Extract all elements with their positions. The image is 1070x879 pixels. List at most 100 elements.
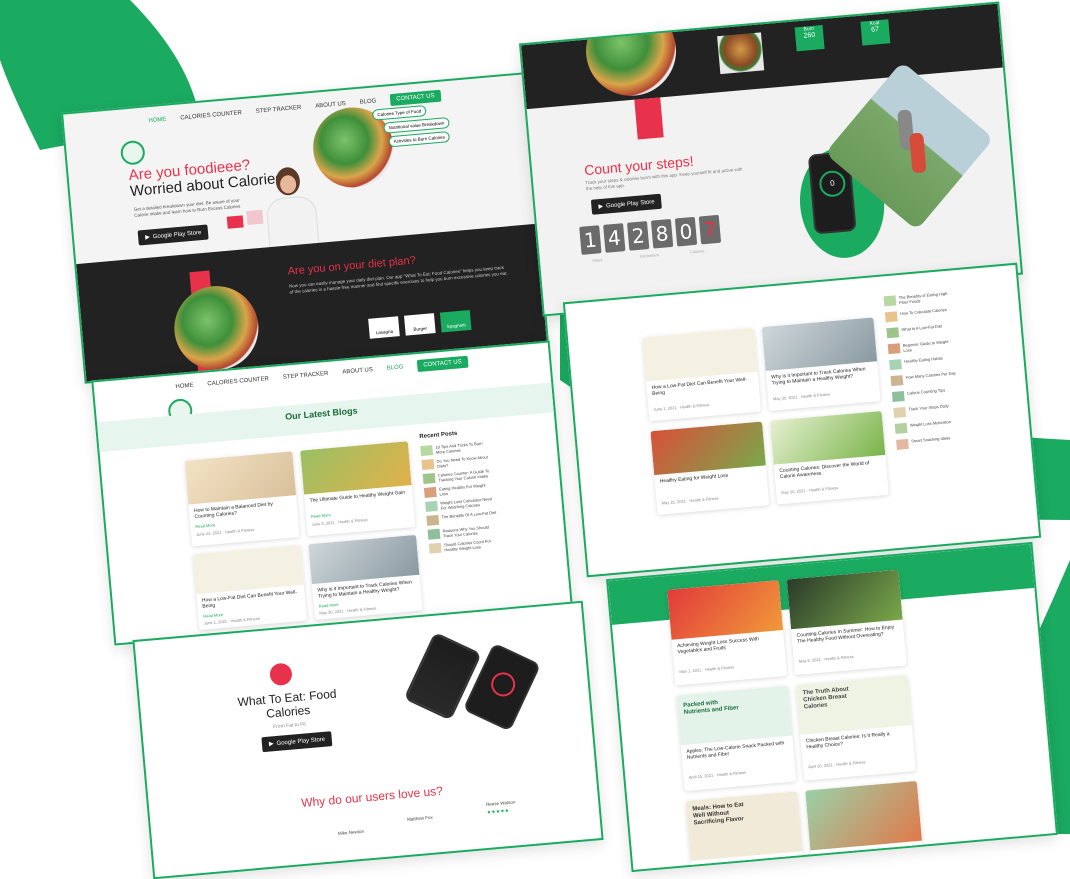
blog-panel: HOME CALORIES COUNTER STEP TRACKER ABOUT… bbox=[91, 340, 573, 646]
blog-card-image bbox=[786, 569, 903, 630]
nav-blog[interactable]: BLOG bbox=[387, 364, 404, 371]
blog-card-meta: May 20, 2021 · Health & Fitness bbox=[781, 485, 839, 496]
sidebar-post-item[interactable]: Weight Loss Motivation bbox=[894, 418, 966, 434]
blog-card[interactable]: Healthy Eating for Weight Loss May 25, 2… bbox=[650, 421, 770, 515]
blog-card-meta: May 30, 2021 · Health & Fitness bbox=[772, 391, 831, 402]
blog-card-image bbox=[642, 327, 758, 382]
nav-step-tracker[interactable]: STEP TRACKER bbox=[256, 105, 302, 115]
blog-card[interactable]: The Ultimate Guide to Healthy Weight Gai… bbox=[300, 441, 416, 537]
recent-post-item[interactable]: 10 Tips And Tricks To Burn More Calories bbox=[420, 440, 491, 457]
blog-card[interactable]: Meals: How to Eat Well Without Sacrifici… bbox=[685, 791, 804, 871]
salad-plate-image bbox=[170, 282, 262, 374]
food-chip-3[interactable]: Spaghetti bbox=[439, 309, 472, 333]
blog-card[interactable]: Packed with Nutrients and Fiber Apples: … bbox=[676, 685, 797, 792]
digit-label-steps: Steps bbox=[591, 257, 603, 263]
google-play-button[interactable]: ▶ Google Play Store bbox=[590, 193, 663, 215]
blog-card[interactable]: How to Maintain a Balanced Diet by Count… bbox=[184, 451, 300, 547]
blog-card-meta: April 20, 2021 · Health & Fitness bbox=[807, 759, 866, 770]
blog-grid-panel: How a Low-Fat Diet Can Benefit Your Well… bbox=[562, 262, 1042, 578]
blog-card-image bbox=[184, 451, 297, 505]
blog-card[interactable]: Why is it Important to Track Calories Wh… bbox=[761, 317, 881, 411]
blog-card[interactable]: Counting Calories: Discover the World of… bbox=[769, 411, 889, 505]
sidebar-post-item[interactable]: How Many Calories Per Day bbox=[890, 370, 962, 387]
blog-card[interactable]: How a Low-Fat Diet Can Benefit Your Well… bbox=[642, 327, 762, 422]
blog-card-image bbox=[308, 534, 420, 585]
blog-card-image bbox=[300, 441, 412, 495]
blog-card[interactable]: Achieving Weight Loss Success With Veget… bbox=[667, 580, 788, 686]
nav-calories-counter[interactable]: CALORIES COUNTER bbox=[207, 376, 269, 387]
google-play-button[interactable]: ▶ Google Play Store bbox=[261, 731, 333, 753]
stopwatch-icon bbox=[487, 668, 520, 701]
blog-card[interactable]: Counting Calories In Summer: How to Enjo… bbox=[786, 569, 907, 676]
banner-text: The Truth About Chicken Breast Calories bbox=[802, 686, 849, 711]
sidebar-posts: The Benefits of Eating High-Fiber Foods … bbox=[883, 290, 968, 455]
sidebar-post-item[interactable]: The Benefits of Eating High-Fiber Foods bbox=[883, 290, 955, 307]
reviewer-3: Reese Watson bbox=[485, 799, 516, 807]
blog-card-image: Meals: How to Eat Well Without Sacrifici… bbox=[685, 791, 803, 861]
sidebar-post-item[interactable]: Calorie Counting Tips bbox=[891, 386, 963, 403]
recent-post-item[interactable]: Calories Counter: A Guide To Tracking Yo… bbox=[422, 468, 494, 484]
blog-card-meta: June 1, 2021 · Health & Fitness bbox=[653, 402, 710, 412]
recent-post-item[interactable]: Reasons Why You Should Track Your Calori… bbox=[427, 524, 499, 540]
blog-card-image: Packed with Nutrients and Fiber bbox=[676, 685, 793, 746]
blog-card-image bbox=[761, 317, 878, 371]
nav-blog[interactable]: BLOG bbox=[359, 98, 376, 105]
stat-kcal: Kcal 67 bbox=[860, 19, 891, 46]
app-logo-icon bbox=[119, 139, 146, 166]
food-chip-2[interactable]: Burger bbox=[404, 313, 436, 336]
step-digit-6: 7 bbox=[698, 214, 722, 245]
nav-contact-us[interactable]: CONTACT US bbox=[389, 89, 442, 107]
reviewer-1: Mike Newton bbox=[337, 828, 365, 836]
food-chip-1[interactable]: Lasagna bbox=[368, 316, 400, 339]
app-logo-icon bbox=[269, 662, 293, 687]
banner-text: Packed with Nutrients and Fiber bbox=[683, 699, 740, 716]
banner-text: Meals: How to Eat Well Without Sacrifici… bbox=[692, 802, 745, 827]
blog-card[interactable]: Why is it Important to Track Calories Wh… bbox=[308, 534, 423, 620]
blog-card[interactable] bbox=[805, 780, 923, 861]
bubble-3: Activities to Burn Calories bbox=[388, 131, 451, 148]
step-digit-4: 8 bbox=[650, 218, 674, 249]
blog-card[interactable]: The Truth About Chicken Breast Calories … bbox=[795, 675, 916, 781]
sidebar-post-item[interactable]: Track Your Steps Daily bbox=[893, 402, 964, 418]
blog-card-image bbox=[769, 411, 886, 465]
blog-card-image bbox=[650, 421, 766, 476]
nav-home[interactable]: HOME bbox=[148, 117, 166, 125]
recent-post-item[interactable]: Should Calories Count For Healthy Weight… bbox=[428, 538, 500, 554]
digit-label-km: Kilometers bbox=[639, 252, 660, 259]
rating-stars: ★★★★★ bbox=[486, 807, 510, 816]
sidebar-post-item[interactable]: What Is A Low-Fat Diet bbox=[886, 322, 957, 339]
calorie-tag-1 bbox=[226, 215, 244, 229]
nav-about-us[interactable]: ABOUT US bbox=[342, 367, 373, 376]
sidebar-post-item[interactable]: Beginner Guide to Weight Loss bbox=[887, 338, 959, 355]
app-promo-panel: What To Eat: Food Calories From Fat to F… bbox=[132, 600, 604, 879]
sidebar-post-item[interactable]: Smart Snacking Ideas bbox=[896, 434, 967, 450]
recent-post-item[interactable]: The Benefits Of A Low-Fat Diet bbox=[426, 510, 497, 526]
blog-card-image bbox=[667, 580, 784, 640]
recent-posts-list: 10 Tips And Tricks To Burn More Calories… bbox=[420, 440, 499, 558]
nav-step-tracker[interactable]: STEP TRACKER bbox=[283, 371, 329, 381]
step-digit-3: 2 bbox=[627, 221, 650, 251]
testimonials-heading: Why do our users love us? bbox=[300, 783, 444, 811]
sidebar-post-item[interactable]: How To Calculate Calories bbox=[884, 306, 956, 323]
play-store-icon: ▶ bbox=[598, 203, 604, 211]
play-store-icon: ▶ bbox=[268, 741, 274, 748]
sidebar-post-item[interactable]: Healthy Eating Habits bbox=[889, 354, 960, 371]
blog-card[interactable]: How a Low-Fat Diet Can Benefit Your Well… bbox=[192, 544, 308, 631]
nav-home[interactable]: HOME bbox=[175, 383, 193, 391]
step-digit-2: 4 bbox=[603, 223, 626, 253]
nav-contact-us[interactable]: CONTACT US bbox=[416, 355, 469, 373]
blog-card-image bbox=[192, 544, 304, 595]
hero-panel: HOME CALORIES COUNTER STEP TRACKER ABOUT… bbox=[61, 72, 549, 384]
recent-post-item[interactable]: Do You Need To Know About Diets? bbox=[421, 454, 492, 471]
stat-burn: Burn 260 bbox=[794, 25, 825, 52]
calorie-tag-2 bbox=[246, 209, 264, 225]
recent-post-item[interactable]: Weight Loss Calculator Need For Watching… bbox=[425, 496, 496, 512]
nav-calories-counter[interactable]: CALORIES COUNTER bbox=[180, 110, 242, 121]
digit-label-cal: Calories bbox=[689, 248, 705, 255]
recent-post-item[interactable]: Eating Healthy For Weight Loss bbox=[423, 482, 495, 498]
step-digit-1: 1 bbox=[579, 225, 602, 255]
google-play-button[interactable]: ▶ Google Play Store bbox=[137, 224, 209, 246]
blog-card-meta: May 5, 2021 · Health & Fitness bbox=[798, 653, 854, 664]
burger-image bbox=[717, 32, 765, 75]
blog-card-meta: May 25, 2021 · Health & Fitness bbox=[661, 495, 719, 506]
